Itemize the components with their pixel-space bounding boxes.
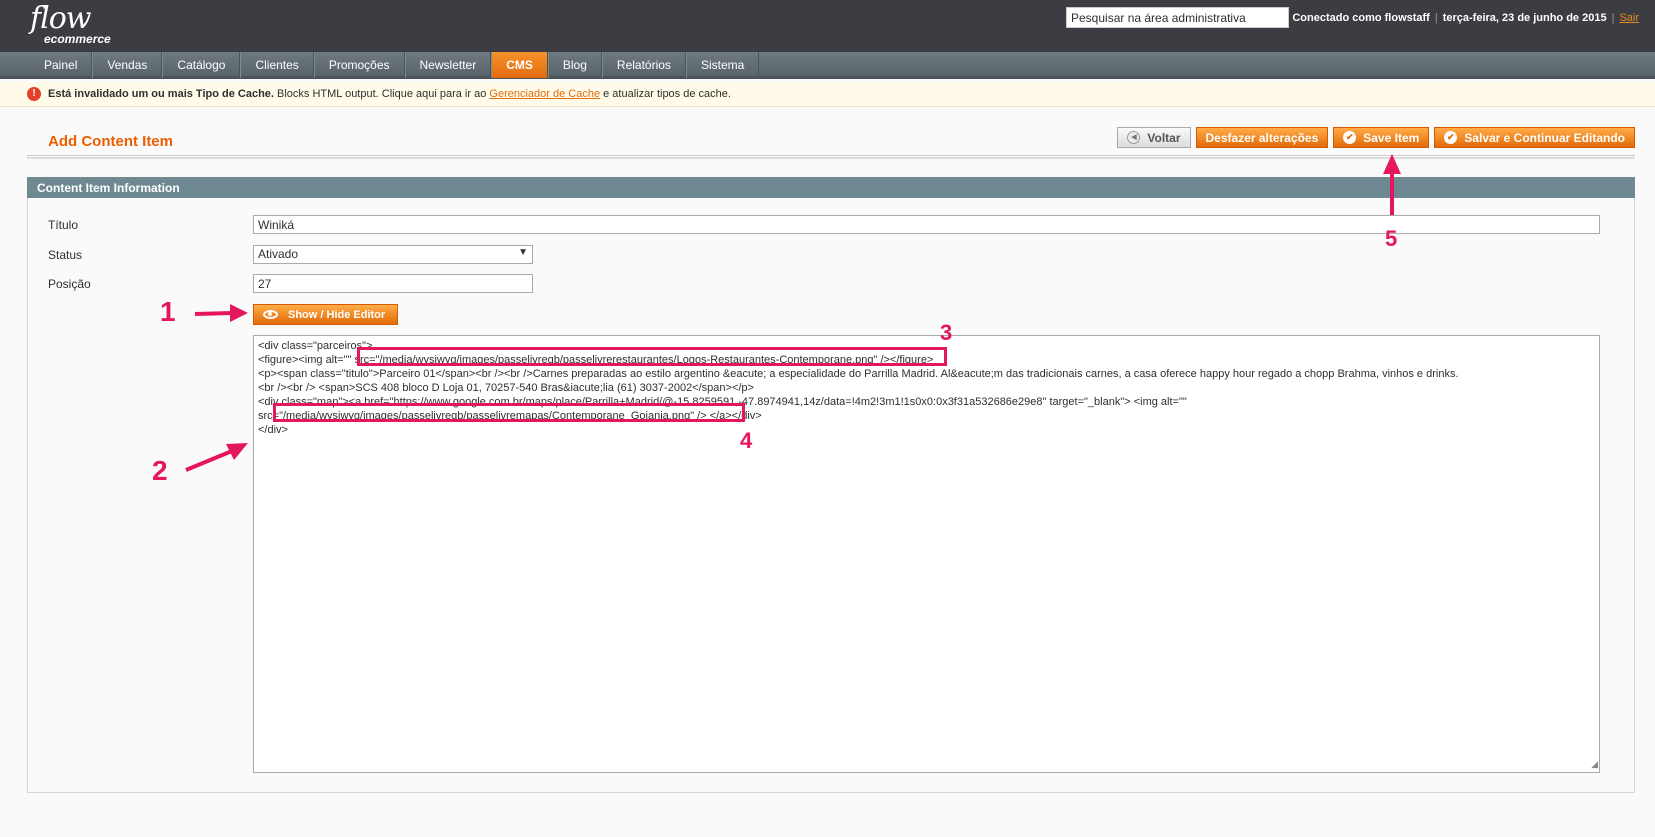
annotation-number-3: 3 [940,320,953,345]
arrow-5-head [1383,154,1401,174]
arrow-2-line [185,449,233,472]
annotation-number-4: 4 [740,428,753,453]
arrow-1-head [230,304,248,322]
annotation-number-5: 5 [1385,226,1398,251]
annotation-number-1: 1 [160,296,176,327]
annotation-arrows [185,154,1401,472]
annotation-number-2: 2 [152,455,168,486]
arrow-1-line [194,311,233,316]
